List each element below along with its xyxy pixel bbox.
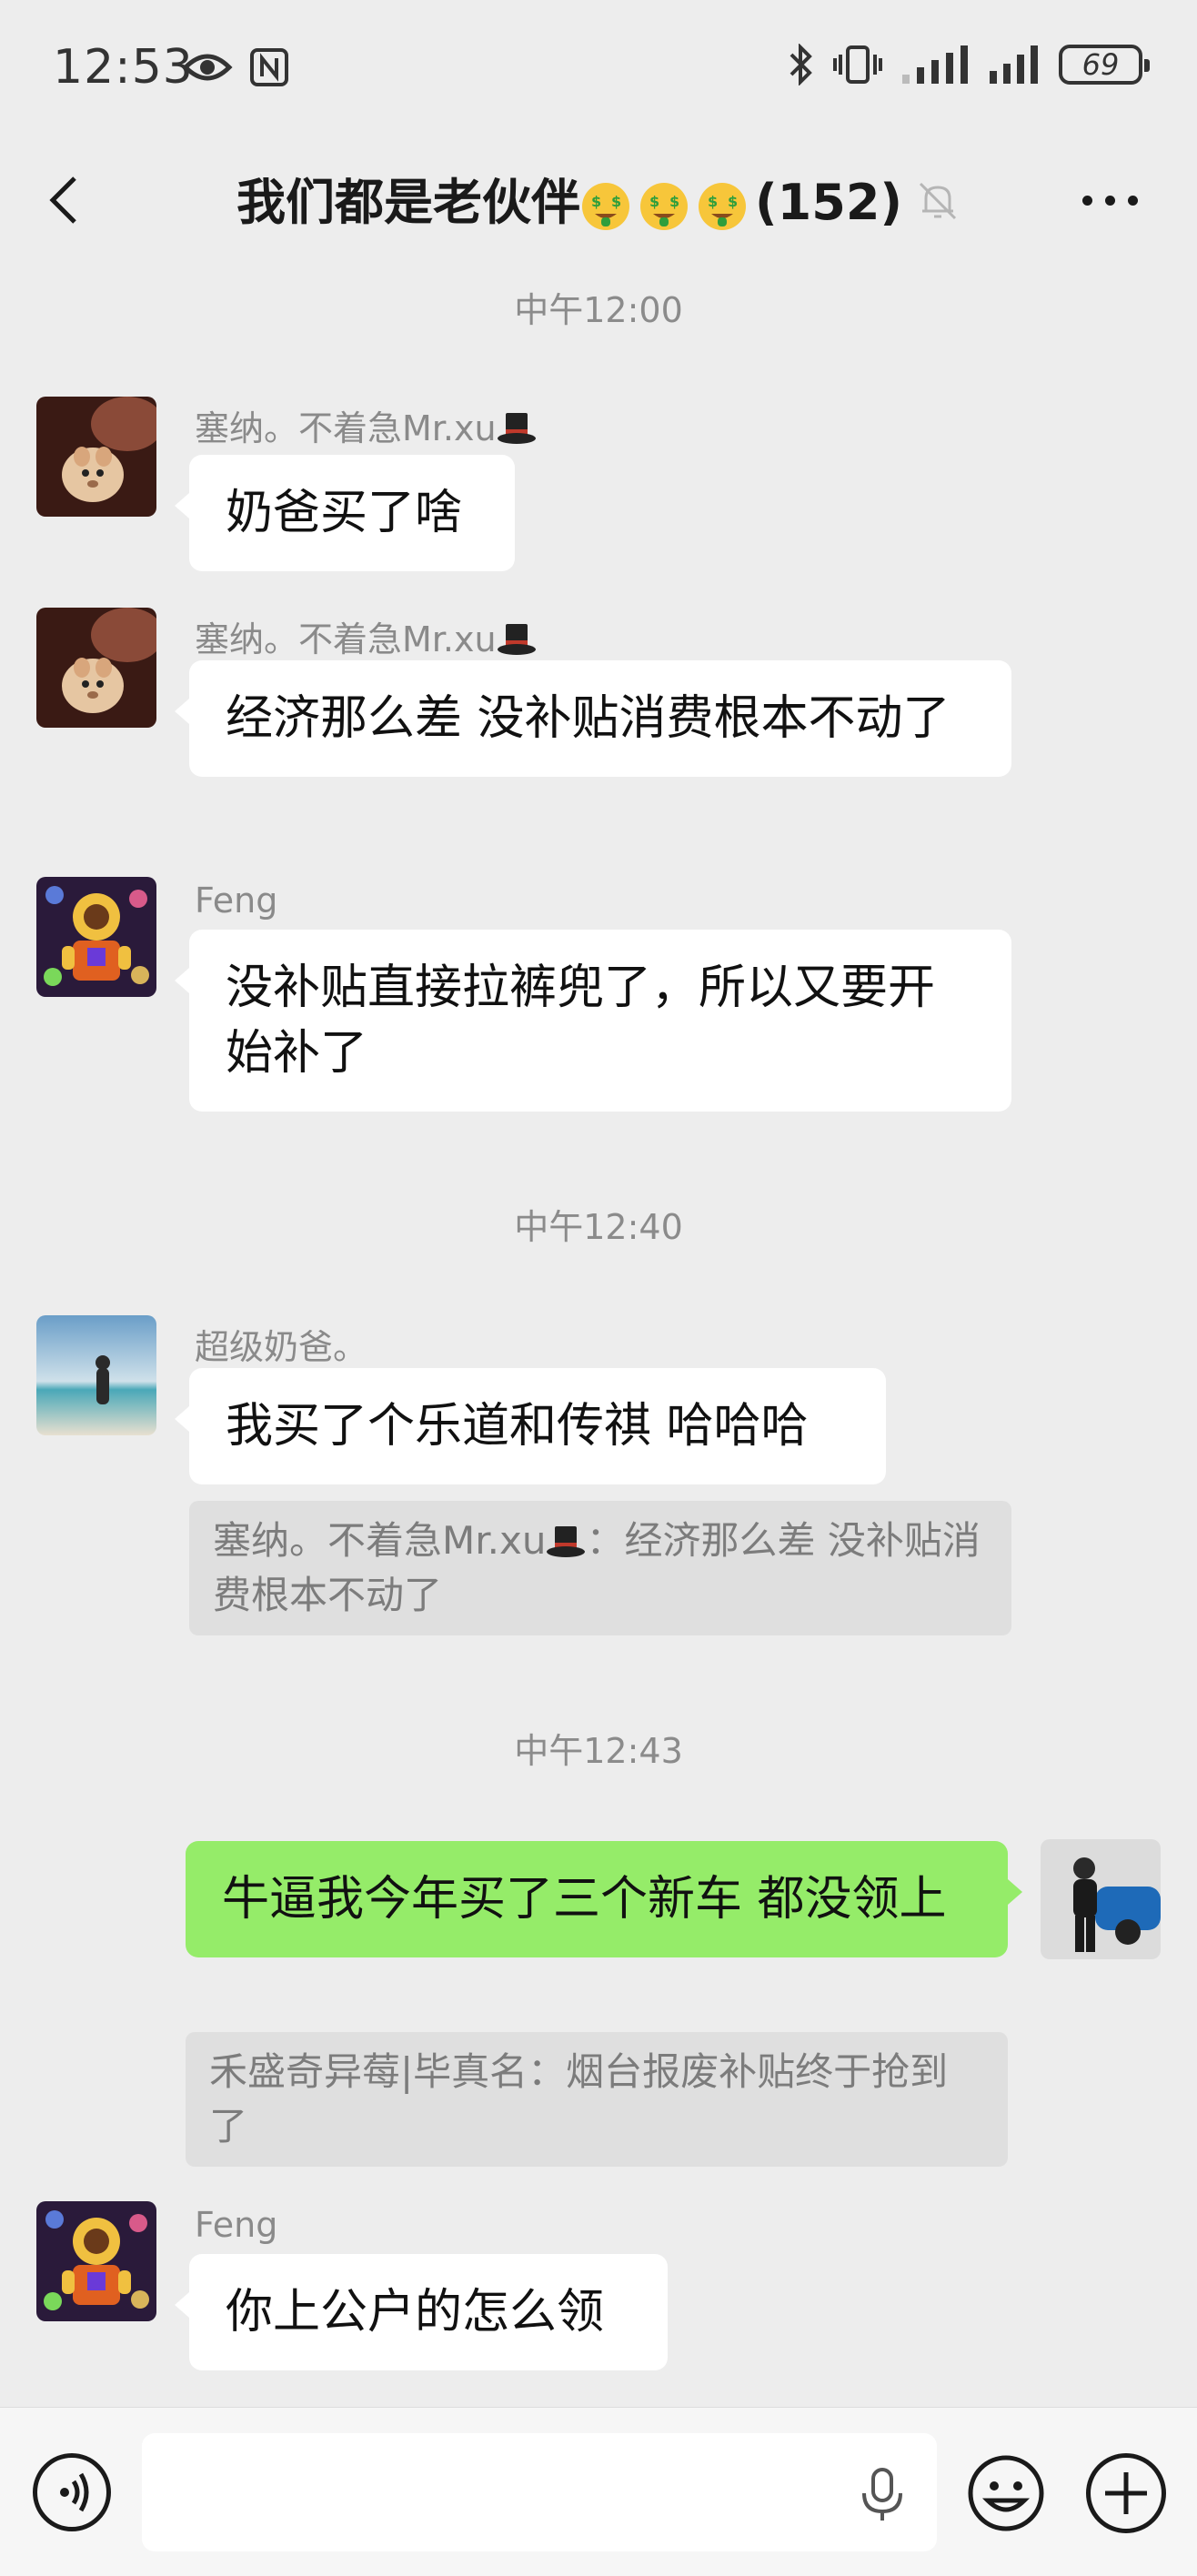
sender-name: Feng [195, 2205, 278, 2245]
svg-text:$: $ [669, 193, 679, 210]
avatar[interactable] [36, 877, 156, 997]
message-bubble[interactable]: 你上公户的怎么领 [175, 2254, 668, 2370]
top-hat-emoji [497, 624, 536, 655]
svg-text:$: $ [728, 193, 738, 210]
message-bubble[interactable]: 我买了个乐道和传祺 哈哈哈 [175, 1368, 886, 1484]
message-bubble[interactable]: 奶爸买了啥 [175, 455, 515, 571]
svg-text:$: $ [591, 193, 601, 210]
message-input[interactable] [142, 2433, 937, 2551]
vibrate-icon [833, 45, 882, 84]
svg-text:$: $ [611, 193, 621, 210]
svg-text:$: $ [649, 193, 659, 210]
message-bubble[interactable]: 没补贴直接拉裤兜了，所以又要开始补了 [175, 930, 1011, 1112]
battery-indicator: 69 [1059, 45, 1150, 85]
input-bar [0, 2407, 1197, 2576]
my-message-bubble[interactable]: 牛逼我今年买了三个新车 都没领上 [186, 1841, 1022, 1957]
signal-2-icon [990, 45, 1038, 84]
sender-name: 超级奶爸。 [195, 1327, 368, 1367]
time-separator: 中午12:00 [514, 290, 683, 330]
status-icons-right: 69 [788, 44, 1150, 86]
avatar[interactable] [36, 397, 156, 517]
quoted-message[interactable]: 禾盛奇异莓|毕真名：烟台报废补贴终于抢到了 [186, 2032, 1008, 2167]
mic-icon[interactable] [857, 2466, 908, 2524]
time-separator: 中午12:43 [514, 1731, 683, 1771]
member-count: (152) [755, 174, 903, 231]
sender-name: 塞纳。不着急Mr.xu [195, 400, 537, 450]
eye-icon [182, 54, 233, 81]
money-face-emoji: $ $ [699, 182, 746, 230]
money-face-emoji: $ $ [582, 182, 629, 230]
mute-bell-icon [919, 182, 957, 220]
top-hat-emoji [497, 413, 536, 444]
money-face-emoji: $ $ [640, 182, 688, 230]
status-bar: 12:53 69 [0, 0, 1197, 136]
chat-header: 我们都是老伙伴 $ $ $ $ $ $ (152) [0, 136, 1197, 264]
plus-icon[interactable] [1086, 2453, 1166, 2533]
back-arrow-icon[interactable] [40, 173, 95, 227]
money-face-emojis: $ $ $ $ $ $ [580, 177, 755, 235]
emoji-icon[interactable] [966, 2453, 1046, 2533]
voice-icon[interactable] [33, 2453, 111, 2531]
svg-text:$: $ [708, 193, 718, 210]
quoted-message[interactable]: 塞纳。不着急Mr.xu ：经济那么差 没补贴消费根本不动了 [189, 1501, 1011, 1635]
avatar[interactable] [36, 1315, 156, 1435]
signal-1-icon [902, 45, 968, 84]
sender-name: Feng [195, 880, 278, 921]
avatar[interactable] [36, 2201, 156, 2321]
status-icons-left [182, 47, 289, 87]
avatar[interactable] [36, 608, 156, 728]
status-time: 12:53 [53, 40, 194, 95]
nfc-icon [250, 48, 288, 86]
time-separator: 中午12:40 [514, 1207, 683, 1247]
chat-name: 我们都是老伙伴 [236, 174, 580, 231]
my-avatar[interactable] [1041, 1839, 1161, 1959]
bluetooth-icon [790, 44, 812, 86]
sender-name: 塞纳。不着急Mr.xu [195, 611, 537, 661]
more-icon[interactable] [1082, 191, 1146, 209]
top-hat-emoji [547, 1526, 586, 1557]
chat-title: 我们都是老伙伴 $ $ $ $ $ $ (152) [236, 162, 902, 235]
message-bubble[interactable]: 经济那么差 没补贴消费根本不动了 [175, 660, 1011, 777]
